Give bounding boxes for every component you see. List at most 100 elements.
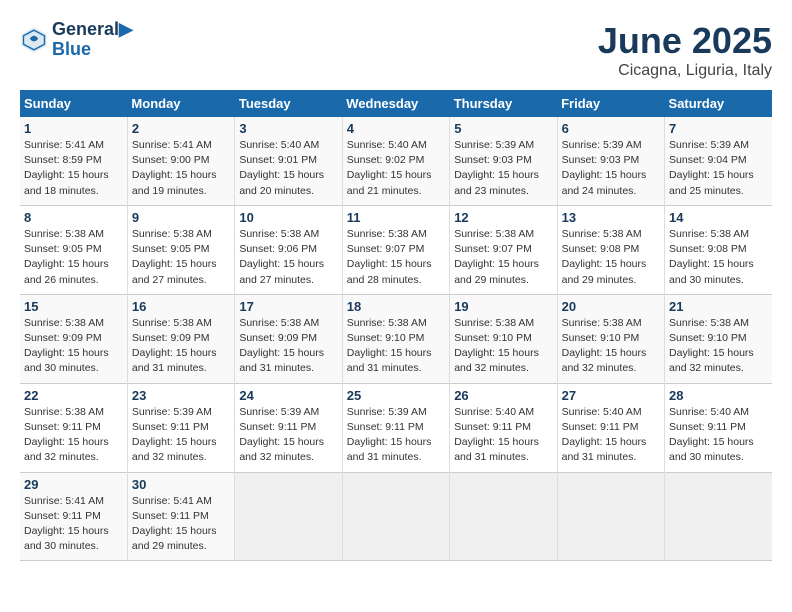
calendar-cell: 7 Sunrise: 5:39 AMSunset: 9:04 PMDaylight… (665, 117, 772, 205)
calendar-cell: 14 Sunrise: 5:38 AMSunset: 9:08 PMDayligh… (665, 205, 772, 294)
day-info: Sunrise: 5:38 AMSunset: 9:05 PMDaylight:… (132, 227, 230, 288)
calendar-week-1: 1 Sunrise: 5:41 AMSunset: 8:59 PMDaylight… (20, 117, 772, 205)
day-info: Sunrise: 5:39 AMSunset: 9:04 PMDaylight:… (669, 138, 768, 199)
logo: General▶ Blue (20, 20, 133, 60)
day-number: 11 (347, 210, 445, 225)
header-row: Sunday Monday Tuesday Wednesday Thursday… (20, 90, 772, 117)
calendar-cell: 17 Sunrise: 5:38 AMSunset: 9:09 PMDayligh… (235, 294, 342, 383)
day-number: 29 (24, 477, 123, 492)
day-info: Sunrise: 5:39 AMSunset: 9:03 PMDaylight:… (562, 138, 660, 199)
day-info: Sunrise: 5:41 AMSunset: 9:00 PMDaylight:… (132, 138, 230, 199)
day-info: Sunrise: 5:41 AMSunset: 9:11 PMDaylight:… (24, 494, 123, 555)
col-friday: Friday (557, 90, 664, 117)
calendar-cell: 3Sunrise: 5:40 AMSunset: 9:01 PMDaylight… (235, 117, 342, 205)
day-number: 21 (669, 299, 768, 314)
calendar-cell: 18Sunrise: 5:38 AMSunset: 9:10 PMDayligh… (342, 294, 449, 383)
day-number: 13 (562, 210, 660, 225)
day-info: Sunrise: 5:38 AMSunset: 9:10 PMDaylight:… (562, 316, 660, 377)
day-info: Sunrise: 5:38 AMSunset: 9:10 PMDaylight:… (454, 316, 552, 377)
calendar-cell: 16 Sunrise: 5:38 AMSunset: 9:09 PMDayligh… (127, 294, 234, 383)
day-info: Sunrise: 5:38 AMSunset: 9:09 PMDaylight:… (132, 316, 230, 377)
calendar-cell: 11 Sunrise: 5:38 AMSunset: 9:07 PMDayligh… (342, 205, 449, 294)
calendar-cell (665, 472, 772, 561)
day-info: Sunrise: 5:38 AMSunset: 9:07 PMDaylight:… (454, 227, 552, 288)
day-number: 30 (132, 477, 230, 492)
logo-text: General▶ Blue (52, 20, 133, 60)
day-number: 25 (347, 388, 445, 403)
day-info: Sunrise: 5:38 AMSunset: 9:09 PMDaylight:… (239, 316, 337, 377)
calendar-cell: 29 Sunrise: 5:41 AMSunset: 9:11 PMDayligh… (20, 472, 127, 561)
day-number: 20 (562, 299, 660, 314)
day-number: 27 (562, 388, 660, 403)
calendar-cell: 13 Sunrise: 5:38 AMSunset: 9:08 PMDayligh… (557, 205, 664, 294)
day-number: 19 (454, 299, 552, 314)
day-info: Sunrise: 5:40 AMSunset: 9:11 PMDaylight:… (669, 405, 768, 466)
calendar-week-2: 8 Sunrise: 5:38 AMSunset: 9:05 PMDaylight… (20, 205, 772, 294)
calendar-table: Sunday Monday Tuesday Wednesday Thursday… (20, 90, 772, 561)
month-title: June 2025 (598, 20, 772, 62)
calendar-cell: 19 Sunrise: 5:38 AMSunset: 9:10 PMDayligh… (450, 294, 557, 383)
day-info: Sunrise: 5:40 AMSunset: 9:11 PMDaylight:… (454, 405, 552, 466)
day-number: 16 (132, 299, 230, 314)
day-number: 22 (24, 388, 123, 403)
calendar-cell: 4Sunrise: 5:40 AMSunset: 9:02 PMDaylight… (342, 117, 449, 205)
calendar-cell: 22 Sunrise: 5:38 AMSunset: 9:11 PMDayligh… (20, 383, 127, 472)
day-info: Sunrise: 5:40 AMSunset: 9:01 PMDaylight:… (239, 138, 337, 199)
day-info: Sunrise: 5:39 AMSunset: 9:11 PMDaylight:… (132, 405, 230, 466)
col-thursday: Thursday (450, 90, 557, 117)
day-number: 28 (669, 388, 768, 403)
calendar-cell: 26 Sunrise: 5:40 AMSunset: 9:11 PMDayligh… (450, 383, 557, 472)
calendar-cell: 12 Sunrise: 5:38 AMSunset: 9:07 PMDayligh… (450, 205, 557, 294)
day-number: 17 (239, 299, 337, 314)
calendar-cell: 1 Sunrise: 5:41 AMSunset: 8:59 PMDaylight… (20, 117, 127, 205)
day-info: Sunrise: 5:38 AMSunset: 9:10 PMDaylight:… (669, 316, 768, 377)
header: General▶ Blue June 2025 Cicagna, Liguria… (20, 20, 772, 80)
day-number: 14 (669, 210, 768, 225)
calendar-cell: 10 Sunrise: 5:38 AMSunset: 9:06 PMDayligh… (235, 205, 342, 294)
calendar-cell (450, 472, 557, 561)
calendar-cell (342, 472, 449, 561)
calendar-cell: 21 Sunrise: 5:38 AMSunset: 9:10 PMDayligh… (665, 294, 772, 383)
calendar-cell: 20 Sunrise: 5:38 AMSunset: 9:10 PMDayligh… (557, 294, 664, 383)
day-number: 1 (24, 121, 123, 136)
calendar-week-4: 22 Sunrise: 5:38 AMSunset: 9:11 PMDayligh… (20, 383, 772, 472)
day-number: 12 (454, 210, 552, 225)
day-info: Sunrise: 5:40 AMSunset: 9:11 PMDaylight:… (562, 405, 660, 466)
day-number: 7 (669, 121, 768, 136)
calendar-cell: 9 Sunrise: 5:38 AMSunset: 9:05 PMDaylight… (127, 205, 234, 294)
calendar-cell: 25 Sunrise: 5:39 AMSunset: 9:11 PMDayligh… (342, 383, 449, 472)
col-monday: Monday (127, 90, 234, 117)
day-number: 8 (24, 210, 123, 225)
calendar-cell: 15Sunrise: 5:38 AMSunset: 9:09 PMDayligh… (20, 294, 127, 383)
day-number: 15 (24, 299, 123, 314)
calendar-cell: 30 Sunrise: 5:41 AMSunset: 9:11 PMDayligh… (127, 472, 234, 561)
day-info: Sunrise: 5:40 AMSunset: 9:02 PMDaylight:… (347, 138, 445, 199)
location-subtitle: Cicagna, Liguria, Italy (598, 62, 772, 80)
day-info: Sunrise: 5:41 AMSunset: 9:11 PMDaylight:… (132, 494, 230, 555)
calendar-cell: 27 Sunrise: 5:40 AMSunset: 9:11 PMDayligh… (557, 383, 664, 472)
day-info: Sunrise: 5:41 AMSunset: 8:59 PMDaylight:… (24, 138, 123, 199)
day-number: 24 (239, 388, 337, 403)
col-tuesday: Tuesday (235, 90, 342, 117)
day-number: 10 (239, 210, 337, 225)
calendar-cell: 24 Sunrise: 5:39 AMSunset: 9:11 PMDayligh… (235, 383, 342, 472)
day-number: 5 (454, 121, 552, 136)
day-info: Sunrise: 5:39 AMSunset: 9:11 PMDaylight:… (347, 405, 445, 466)
col-wednesday: Wednesday (342, 90, 449, 117)
day-info: Sunrise: 5:38 AMSunset: 9:08 PMDaylight:… (562, 227, 660, 288)
day-number: 9 (132, 210, 230, 225)
calendar-cell: 2 Sunrise: 5:41 AMSunset: 9:00 PMDaylight… (127, 117, 234, 205)
calendar-cell (557, 472, 664, 561)
day-info: Sunrise: 5:38 AMSunset: 9:08 PMDaylight:… (669, 227, 768, 288)
day-info: Sunrise: 5:38 AMSunset: 9:06 PMDaylight:… (239, 227, 337, 288)
day-number: 26 (454, 388, 552, 403)
calendar-cell: 6 Sunrise: 5:39 AMSunset: 9:03 PMDaylight… (557, 117, 664, 205)
col-sunday: Sunday (20, 90, 127, 117)
day-info: Sunrise: 5:39 AMSunset: 9:11 PMDaylight:… (239, 405, 337, 466)
day-info: Sunrise: 5:38 AMSunset: 9:11 PMDaylight:… (24, 405, 123, 466)
calendar-week-5: 29 Sunrise: 5:41 AMSunset: 9:11 PMDayligh… (20, 472, 772, 561)
day-number: 2 (132, 121, 230, 136)
day-info: Sunrise: 5:38 AMSunset: 9:07 PMDaylight:… (347, 227, 445, 288)
day-number: 23 (132, 388, 230, 403)
day-number: 6 (562, 121, 660, 136)
